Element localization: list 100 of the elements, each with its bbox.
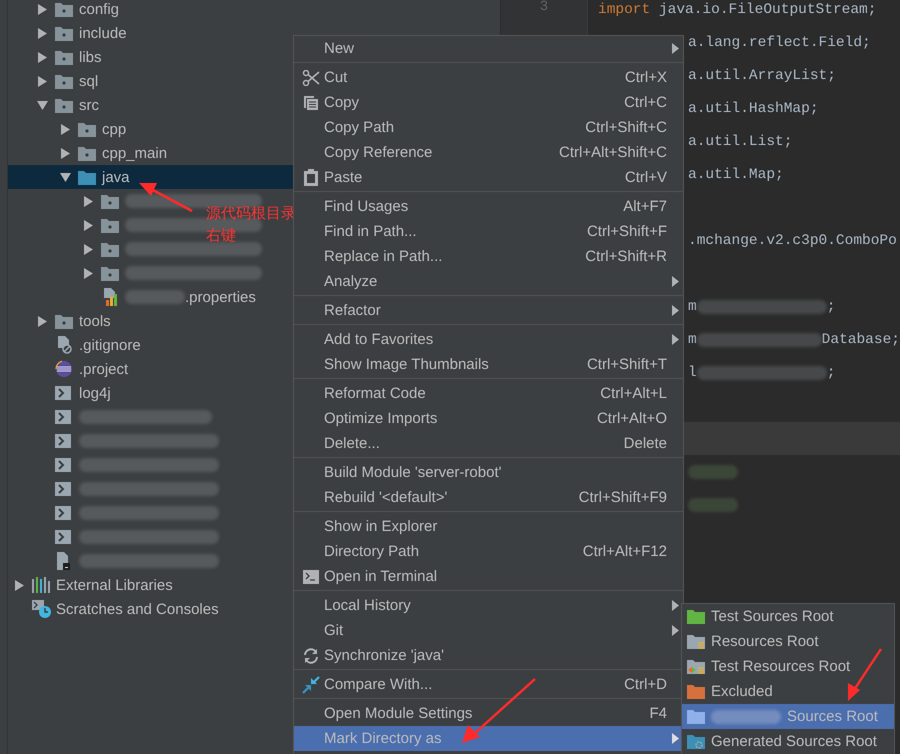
collapsed-arrow-icon[interactable] xyxy=(83,244,94,254)
collapsed-arrow-icon[interactable] xyxy=(83,220,94,230)
menu-item-label: Excluded xyxy=(711,683,773,700)
terminal-icon xyxy=(303,570,319,584)
folder-icon xyxy=(101,242,119,256)
menu-item[interactable]: Test Resources Root xyxy=(682,654,894,679)
submenu-arrow-icon xyxy=(672,334,679,345)
menu-item[interactable]: Git xyxy=(294,618,683,643)
menu-item[interactable]: Build Module 'server-robot' xyxy=(294,460,683,485)
folder-icon xyxy=(101,194,119,208)
shortcut-text: Ctrl+C xyxy=(624,94,667,111)
shortcut-text: Ctrl+Shift+F9 xyxy=(578,489,667,506)
code-text: java.io.FileOutputStream; xyxy=(658,2,876,18)
tree-item-label: config xyxy=(79,0,120,18)
menu-item[interactable]: Paste Ctrl+V xyxy=(294,165,683,190)
shortcut-text: Ctrl+Shift+T xyxy=(586,356,667,373)
tree-item-label: log4j xyxy=(79,384,111,402)
menu-item[interactable]: Add to Favorites xyxy=(294,327,683,352)
menu-item[interactable]: Resources Root xyxy=(682,629,894,654)
collapsed-arrow-icon[interactable] xyxy=(83,196,94,206)
menu-item[interactable]: Open in Terminal xyxy=(294,564,683,589)
menu-item[interactable]: Compare With... Ctrl+D xyxy=(294,672,683,697)
collapsed-arrow-icon[interactable] xyxy=(37,316,48,326)
expanded-arrow-icon[interactable] xyxy=(60,172,71,182)
menu-item[interactable]: Delete... Delete xyxy=(294,431,683,456)
menu-item[interactable]: Find Usages Alt+F7 xyxy=(294,194,683,219)
eclipse-file-icon xyxy=(55,360,73,378)
menu-item-label: Test Sources Root xyxy=(711,608,834,625)
menu-item[interactable]: Cut Ctrl+X xyxy=(294,65,683,90)
shortcut-text: Ctrl+V xyxy=(624,169,667,186)
clipboard-icon xyxy=(304,169,318,186)
expanded-arrow-icon[interactable] xyxy=(37,100,48,110)
shortcut-text: Ctrl+Shift+C xyxy=(585,119,667,136)
collapsed-arrow-icon[interactable] xyxy=(60,148,71,158)
menu-item[interactable]: Local History xyxy=(294,593,683,618)
menu-item[interactable]: Rebuild '<default>' Ctrl+Shift+F9 xyxy=(294,485,683,510)
collapsed-arrow-icon[interactable] xyxy=(37,28,48,38)
tree-item-label: libs xyxy=(79,48,102,66)
shortcut-text: Delete xyxy=(624,435,667,452)
folder-icon xyxy=(687,684,705,699)
menu-item[interactable]: Optimize Imports Ctrl+Alt+O xyxy=(294,406,683,431)
menu-item-label: Resources Root xyxy=(711,633,819,650)
ignored-file-icon xyxy=(55,336,73,354)
code-text: a.util.ArrayList; xyxy=(688,68,836,84)
shortcut-text: Ctrl+X xyxy=(624,69,667,86)
menu-item[interactable]: Show Image Thumbnails Ctrl+Shift+T xyxy=(294,352,683,377)
folder-icon xyxy=(687,609,705,624)
collapsed-arrow-icon[interactable] xyxy=(37,4,48,14)
menu-item[interactable]: Find in Path... Ctrl+Shift+F xyxy=(294,219,683,244)
menu-item[interactable]: Excluded xyxy=(682,679,894,704)
tree-item-label: Scratches and Consoles xyxy=(56,600,219,618)
menu-item-label: Test Resources Root xyxy=(711,658,850,675)
script-file-icon xyxy=(55,506,71,520)
menu-item[interactable]: Copy Ctrl+C xyxy=(294,90,683,115)
menu-item[interactable]: Replace in Path... Ctrl+Shift+R xyxy=(294,244,683,269)
folder-icon xyxy=(78,146,96,160)
collapsed-arrow-icon[interactable] xyxy=(37,52,48,62)
tree-item-label: cpp_main xyxy=(102,144,168,162)
collapsed-arrow-icon[interactable] xyxy=(60,124,71,134)
folder-icon xyxy=(101,218,119,232)
menu-item[interactable]: Test Sources Root xyxy=(682,604,894,629)
menu-item[interactable]: Analyze xyxy=(294,269,683,294)
submenu-arrow-icon xyxy=(672,600,679,611)
menu-item[interactable]: Refactor xyxy=(294,298,683,323)
script-file-icon xyxy=(55,434,71,448)
menu-item[interactable]: New xyxy=(294,36,683,61)
menu-item[interactable]: Copy Reference Ctrl+Alt+Shift+C xyxy=(294,140,683,165)
folder-icon xyxy=(101,266,119,280)
collapsed-arrow-icon[interactable] xyxy=(83,268,94,278)
menu-item[interactable]: Generated Sources Root xyxy=(682,729,894,754)
tree-item-label: .gitignore xyxy=(79,336,141,354)
code-text: a.lang.reflect.Field; xyxy=(688,34,871,50)
code-text: m xyxy=(688,332,697,348)
script-file-icon xyxy=(55,482,71,496)
menu-item[interactable]: Open Module Settings F4 xyxy=(294,701,683,726)
submenu-arrow-icon xyxy=(672,625,679,636)
tree-row-highlight[interactable]: java xyxy=(8,165,294,189)
tree-item-label: .properties xyxy=(185,288,256,306)
script-file-icon xyxy=(55,410,71,424)
tree-item-label: External Libraries xyxy=(56,576,173,594)
collapsed-arrow-icon[interactable] xyxy=(14,580,25,590)
menu-item[interactable]: Show in Explorer xyxy=(294,514,683,539)
tree-item-label: cpp xyxy=(102,120,126,138)
menu-item[interactable]: Reformat Code Ctrl+Alt+L xyxy=(294,381,683,406)
tree-item-label: java xyxy=(102,168,130,186)
submenu-arrow-icon xyxy=(672,733,679,744)
menu-item[interactable]: Directory Path Ctrl+Alt+F12 xyxy=(294,539,683,564)
blurred-code xyxy=(688,464,738,478)
menu-item[interactable]: Synchronize 'java' xyxy=(294,643,683,668)
shortcut-text: Ctrl+Alt+L xyxy=(600,385,667,402)
tree-item-label: .project xyxy=(79,360,128,378)
collapsed-arrow-icon[interactable] xyxy=(37,76,48,86)
folder-icon xyxy=(687,709,705,724)
code-text: a.util.List; xyxy=(688,134,792,150)
menu-item[interactable]: Copy Path Ctrl+Shift+C xyxy=(294,115,683,140)
shortcut-text: Ctrl+Shift+F xyxy=(586,223,667,240)
code-text: .mchange.v2.c3p0.ComboPo xyxy=(688,232,897,248)
code-keyword: import xyxy=(598,2,650,18)
code-text: a.util.HashMap; xyxy=(688,100,819,116)
shortcut-text: Ctrl+Alt+F12 xyxy=(582,543,667,560)
